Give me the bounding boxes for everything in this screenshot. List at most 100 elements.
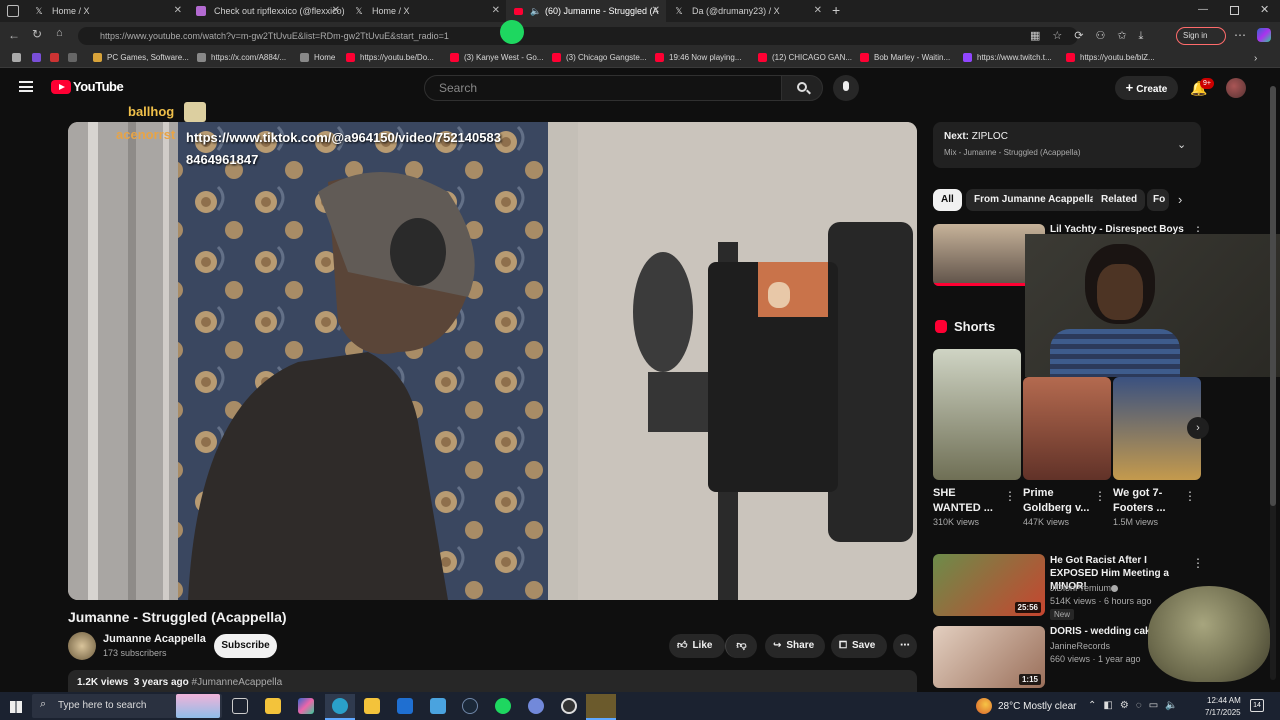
copilot-icon[interactable] [1257, 28, 1271, 42]
page-scrollbar[interactable] [1270, 86, 1276, 680]
chip-related[interactable]: Related [1093, 189, 1146, 211]
weather-text[interactable]: 28°C Mostly clear [998, 701, 1076, 712]
bookmarks-more-icon[interactable]: › [1254, 53, 1257, 64]
video-channel[interactable]: JanineRecords [1050, 641, 1110, 651]
spotify-icon[interactable] [500, 20, 524, 44]
speaker-icon[interactable]: 🔈 [530, 6, 541, 16]
bookmark-item[interactable]: https://youtu.be/Do... [346, 53, 434, 62]
short-title[interactable]: We got 7-Footers ... [1113, 486, 1181, 516]
sign-in-button[interactable]: Sign in [1176, 27, 1226, 45]
tab-twitch[interactable]: Check out ripflexxico (@flexxico) ✕ [188, 0, 346, 22]
account-avatar[interactable] [1226, 78, 1246, 98]
more-options-icon[interactable]: ⋮ [1192, 556, 1204, 570]
more-options-icon[interactable]: ⋮ [1184, 489, 1196, 503]
outlook-icon[interactable] [397, 698, 413, 714]
chip-all[interactable]: All [933, 189, 962, 211]
discord-icon[interactable] [528, 698, 544, 714]
more-options-icon[interactable]: ⋮ [1004, 489, 1016, 503]
video-thumbnail[interactable]: 25:56 [933, 554, 1045, 616]
search-icon: ⌕ [40, 698, 47, 710]
more-actions-button[interactable]: ⋯ [893, 634, 917, 658]
bookmark-item[interactable]: https://x.com/A884/... [197, 53, 286, 62]
chip-from-channel[interactable]: From Jumanne Acappella [966, 189, 1104, 211]
active-app-icon[interactable] [586, 694, 616, 720]
tab-home-x-2[interactable]: 𝕏 Home / X ✕ [346, 0, 506, 22]
more-options-icon[interactable]: ⋮ [1094, 489, 1106, 503]
steam-icon[interactable] [462, 698, 478, 714]
create-button[interactable]: + Create [1115, 76, 1178, 100]
voice-search-button[interactable] [833, 75, 859, 101]
bookmark-item[interactable]: 19:46 Now playing... [655, 53, 742, 62]
youtube-logo[interactable]: YouTube [51, 79, 124, 94]
obs-icon[interactable] [561, 698, 577, 714]
search-input[interactable]: Search [424, 75, 782, 101]
tab-drumany[interactable]: 𝕏 Da (@drumany23) / X ✕ [666, 0, 828, 22]
close-window-button[interactable]: ✕ [1260, 3, 1269, 16]
youtube-wordmark: YouTube [73, 79, 124, 94]
share-button[interactable]: ↪ Share [765, 634, 825, 658]
clock-time[interactable]: 12:44 AM [1207, 696, 1241, 705]
channel-name[interactable]: Jumanne Acappella [103, 633, 206, 645]
bookmark-item[interactable]: (12) CHICAGO GAN... [758, 53, 852, 62]
minimize-button[interactable]: — [1198, 4, 1208, 15]
video-player[interactable] [68, 122, 917, 600]
chevron-down-icon[interactable]: ⌄ [1177, 138, 1186, 151]
new-tab-button[interactable]: + [832, 2, 840, 18]
photos-icon[interactable] [430, 698, 446, 714]
hashtag-link[interactable]: #JumanneAcappella [192, 677, 283, 688]
browser-tab-bar: 𝕏 Home / X ✕ Check out ripflexxico (@flexx… [0, 0, 1280, 22]
clock-date[interactable]: 7/17/2025 [1205, 708, 1241, 717]
up-next-panel[interactable] [933, 122, 1201, 168]
tab-youtube[interactable]: 🔈 (60) Jumanne - Struggled (A ✕ [506, 0, 666, 22]
maximize-button[interactable] [1230, 6, 1239, 15]
bookmark-item[interactable]: https://youtu.be/blZ... [1066, 53, 1155, 62]
bookmark-item[interactable]: Bob Marley - Waitin... [860, 53, 950, 62]
notification-center-icon[interactable]: 14 [1250, 699, 1264, 712]
reload-icon[interactable]: ↻ [32, 27, 42, 41]
bookmark-item[interactable]: PC Games, Software... [93, 53, 189, 62]
task-view-icon[interactable] [232, 698, 248, 714]
hamburger-menu-icon[interactable] [19, 81, 33, 92]
short-title[interactable]: SHE WANTED ... [933, 486, 993, 516]
url-input[interactable]: https://www.youtube.com/watch?v=m-gw2TtU… [78, 27, 1078, 45]
store-icon[interactable] [265, 698, 281, 714]
bookmark-apps-icon[interactable] [12, 53, 26, 62]
channel-avatar[interactable] [68, 632, 96, 660]
like-button[interactable]: 👍︎ Like [669, 634, 725, 658]
save-button[interactable]: ⧠ Save [831, 634, 887, 658]
video-thumbnail[interactable]: 1:15 [933, 626, 1045, 688]
bookmark-purple-icon[interactable] [32, 53, 46, 62]
file-explorer-icon[interactable] [364, 698, 380, 714]
chip-more[interactable]: Fo [1147, 189, 1169, 211]
short-thumbnail[interactable] [1023, 377, 1111, 480]
subscribe-button[interactable]: Subscribe [214, 634, 277, 658]
close-tab-icon[interactable]: ✕ [492, 5, 500, 16]
bookmark-item[interactable]: https://www.twitch.t... [963, 53, 1052, 62]
close-tab-icon[interactable]: ✕ [174, 5, 182, 16]
shorts-next-button[interactable]: › [1187, 417, 1209, 439]
bookmark-item[interactable]: Home [300, 53, 335, 62]
copilot-taskbar-icon[interactable] [298, 698, 314, 714]
bookmark-item[interactable]: (3) Chicago Gangste... [552, 53, 646, 62]
search-button[interactable] [781, 75, 823, 101]
close-tab-icon[interactable]: ✕ [652, 5, 660, 16]
tab-home-x-1[interactable]: 𝕏 Home / X ✕ [26, 0, 188, 22]
dislike-button[interactable]: 👎︎ [725, 634, 757, 658]
window-menu-icon[interactable] [7, 5, 19, 17]
chevron-right-icon[interactable]: › [1178, 192, 1182, 207]
close-tab-icon[interactable]: ✕ [814, 5, 822, 16]
short-thumbnail[interactable] [933, 349, 1021, 480]
short-title[interactable]: Prime Goldberg v... [1023, 486, 1091, 516]
browser-menu-icon[interactable]: ⋯ [1234, 28, 1246, 42]
back-icon[interactable]: ← [8, 28, 20, 42]
video-channel[interactable]: JiDionPremium [1050, 583, 1111, 593]
edge-icon-active[interactable] [325, 694, 355, 720]
windows-start-icon[interactable] [10, 701, 22, 713]
close-tab-icon[interactable]: ✕ [332, 5, 340, 16]
bookmark-item[interactable]: (3) Kanye West - Go... [450, 53, 543, 62]
system-tray-icons[interactable]: ⌃◧⚙◌▭🔈 [1088, 700, 1185, 711]
home-icon[interactable]: ⌂ [56, 27, 63, 39]
spotify-taskbar-icon[interactable] [495, 698, 511, 714]
bookmark-item[interactable] [68, 53, 82, 62]
bookmark-item[interactable] [50, 53, 64, 62]
